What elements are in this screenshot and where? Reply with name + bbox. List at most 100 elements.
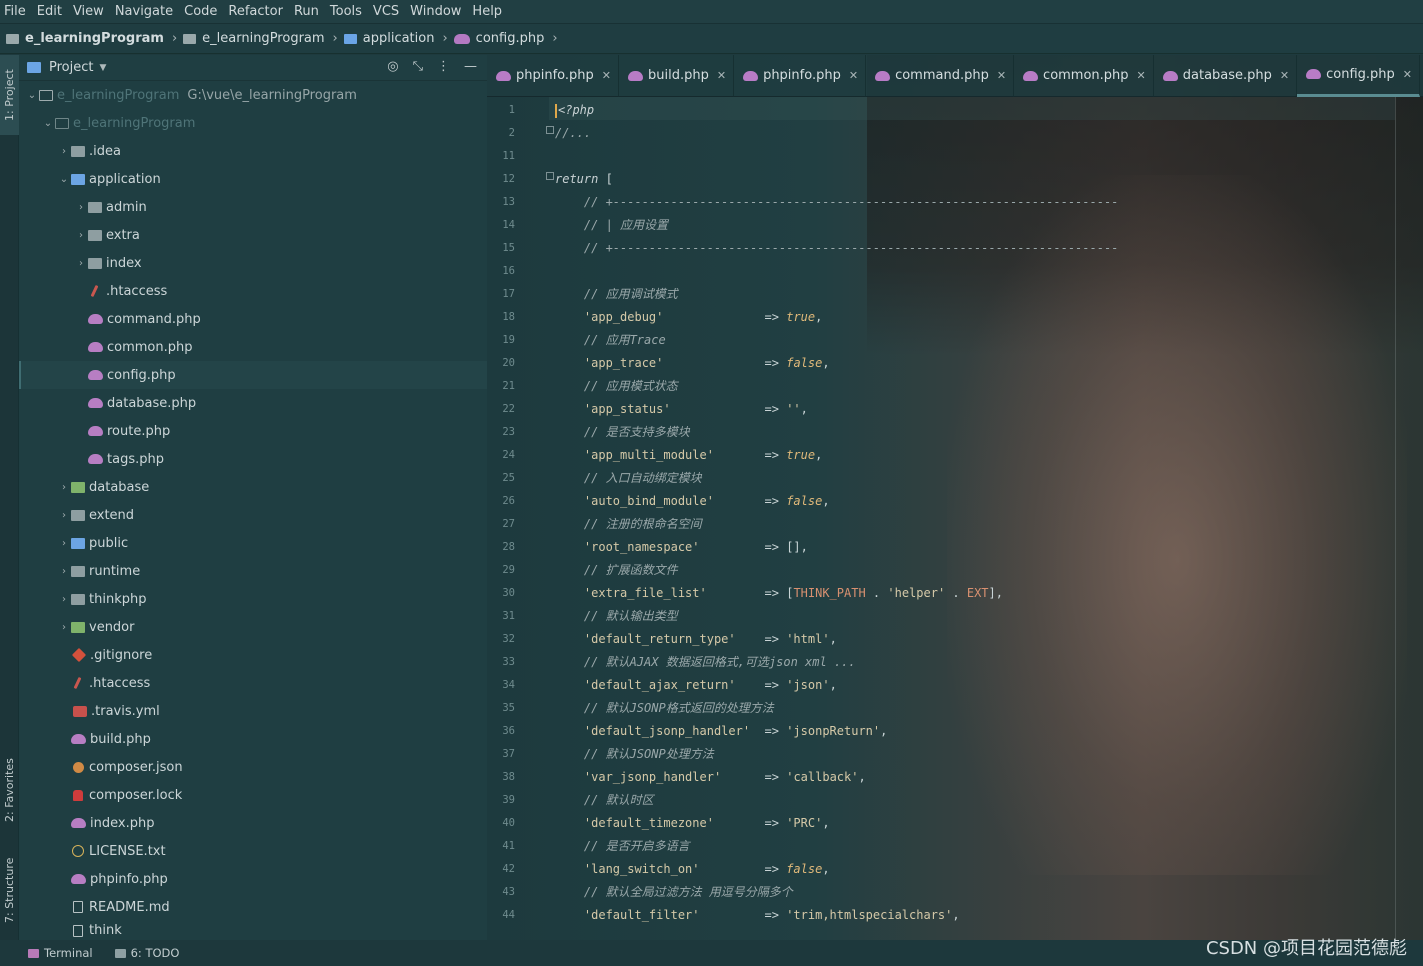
tab-phpinfo[interactable]: phpinfo.php ✕ bbox=[487, 55, 619, 97]
menu-file[interactable]: File bbox=[4, 4, 26, 19]
breadcrumb-config[interactable]: config.php › bbox=[453, 31, 564, 46]
chevron-right-icon[interactable]: › bbox=[57, 594, 71, 605]
tree-item[interactable]: database.php bbox=[19, 389, 487, 417]
chevron-right-icon[interactable]: › bbox=[74, 230, 88, 241]
tree-item[interactable]: composer.lock bbox=[19, 781, 487, 809]
tab-config[interactable]: config.php ✕ bbox=[1297, 55, 1421, 97]
breadcrumb-project[interactable]: e_learningProgram › bbox=[6, 31, 183, 46]
tree-item[interactable]: .gitignore bbox=[19, 641, 487, 669]
tree-item[interactable]: › extend bbox=[19, 501, 487, 529]
tree-item[interactable]: .htaccess bbox=[19, 277, 487, 305]
terminal-icon bbox=[28, 948, 39, 958]
tree-root[interactable]: ⌄ e_learningProgram G:\vue\e_learningPro… bbox=[19, 81, 487, 109]
close-icon[interactable]: ✕ bbox=[849, 69, 858, 82]
tree-item[interactable]: command.php bbox=[19, 305, 487, 333]
tree-item[interactable]: › database bbox=[19, 473, 487, 501]
menu-view[interactable]: View bbox=[73, 4, 104, 19]
tree-item[interactable]: › .idea bbox=[19, 137, 487, 165]
breadcrumb-application[interactable]: application › bbox=[343, 31, 454, 46]
tab-common[interactable]: common.php ✕ bbox=[1014, 55, 1154, 97]
locate-icon[interactable]: ◎ bbox=[387, 59, 398, 74]
menu-help[interactable]: Help bbox=[472, 4, 502, 19]
tab-database[interactable]: database.php ✕ bbox=[1154, 55, 1298, 97]
tree-item[interactable]: phpinfo.php bbox=[19, 865, 487, 893]
php-file-icon bbox=[71, 874, 86, 884]
options-icon[interactable]: ⋮ bbox=[437, 59, 450, 74]
tree-item[interactable]: LICENSE.txt bbox=[19, 837, 487, 865]
chevron-right-icon[interactable]: › bbox=[57, 566, 71, 577]
tree-item[interactable]: ⌄ application bbox=[19, 165, 487, 193]
code-line: 'lang_switch_on' => false, bbox=[583, 862, 830, 876]
tree-item[interactable]: index.php bbox=[19, 809, 487, 837]
tab-project-tool[interactable]: 1: Project bbox=[0, 55, 19, 135]
close-icon[interactable]: ✕ bbox=[1280, 69, 1289, 82]
line-number: 42 bbox=[502, 863, 515, 875]
tree-item[interactable]: tags.php bbox=[19, 445, 487, 473]
tree-item[interactable]: think bbox=[19, 921, 487, 940]
php-file-icon bbox=[88, 426, 103, 436]
menu-refactor[interactable]: Refactor bbox=[228, 4, 283, 19]
chevron-right-icon[interactable]: › bbox=[57, 482, 71, 493]
code-line: // 默认AJAX 数据返回格式,可选json xml ... bbox=[555, 655, 856, 669]
menu-navigate[interactable]: Navigate bbox=[115, 4, 173, 19]
tree-item[interactable]: › vendor bbox=[19, 613, 487, 641]
tree-item[interactable]: › runtime bbox=[19, 557, 487, 585]
chevron-right-icon[interactable]: › bbox=[57, 622, 71, 633]
todo-tool-button[interactable]: 6: TODO bbox=[114, 946, 179, 960]
chevron-down-icon[interactable]: ⌄ bbox=[25, 90, 39, 101]
project-view-selector[interactable]: Project bbox=[49, 60, 93, 75]
tree-item[interactable]: › public bbox=[19, 529, 487, 557]
tree-item[interactable]: .htaccess bbox=[19, 669, 487, 697]
line-number: 33 bbox=[502, 656, 515, 668]
close-icon[interactable]: ✕ bbox=[1403, 68, 1412, 81]
menu-window[interactable]: Window bbox=[410, 4, 461, 19]
tab-build[interactable]: build.php ✕ bbox=[619, 55, 735, 97]
tree-item[interactable]: route.php bbox=[19, 417, 487, 445]
menu-edit[interactable]: Edit bbox=[37, 4, 62, 19]
tree-item-selected[interactable]: config.php bbox=[19, 361, 487, 389]
caret-down-icon[interactable]: ▼ bbox=[99, 63, 106, 73]
tree-item[interactable]: › thinkphp bbox=[19, 585, 487, 613]
line-number: 38 bbox=[502, 771, 515, 783]
chevron-down-icon[interactable]: ⌄ bbox=[57, 174, 71, 185]
php-file-icon bbox=[88, 398, 103, 408]
tree-item[interactable]: README.md bbox=[19, 893, 487, 921]
hide-icon[interactable]: — bbox=[464, 59, 477, 74]
chevron-right-icon[interactable]: › bbox=[74, 202, 88, 213]
tab-structure-tool[interactable]: 7: Structure bbox=[0, 845, 19, 935]
tree-item[interactable]: › admin bbox=[19, 193, 487, 221]
tree-item[interactable]: common.php bbox=[19, 333, 487, 361]
chevron-right-icon[interactable]: › bbox=[74, 258, 88, 269]
menu-vcs[interactable]: VCS bbox=[373, 4, 399, 19]
tab-favorites-tool[interactable]: 2: Favorites bbox=[0, 745, 19, 835]
tree-item[interactable]: › extra bbox=[19, 221, 487, 249]
php-file-icon bbox=[1023, 70, 1039, 81]
line-number: 15 bbox=[502, 242, 515, 254]
menu-run[interactable]: Run bbox=[294, 4, 319, 19]
code-editor[interactable]: <?php //... return [ // +-----------------… bbox=[549, 97, 1395, 940]
php-file-icon bbox=[743, 70, 759, 81]
tree-item[interactable]: build.php bbox=[19, 725, 487, 753]
folder-icon bbox=[71, 593, 85, 605]
collapse-all-icon[interactable]: ⤡ bbox=[413, 59, 423, 74]
chevron-right-icon[interactable]: › bbox=[57, 510, 71, 521]
breadcrumb-module[interactable]: e_learningProgram › bbox=[183, 31, 344, 46]
menu-code[interactable]: Code bbox=[184, 4, 217, 19]
tree-item[interactable]: › index bbox=[19, 249, 487, 277]
chevron-right-icon[interactable]: › bbox=[57, 146, 71, 157]
menu-tools[interactable]: Tools bbox=[330, 4, 362, 19]
chevron-right-icon[interactable]: › bbox=[57, 538, 71, 549]
tree-item[interactable]: composer.json bbox=[19, 753, 487, 781]
close-icon[interactable]: ✕ bbox=[1137, 69, 1146, 82]
tab-phpinfo-2[interactable]: phpinfo.php ✕ bbox=[734, 55, 867, 97]
tree-item[interactable]: .travis.yml bbox=[19, 697, 487, 725]
close-icon[interactable]: ✕ bbox=[717, 69, 726, 82]
tab-command[interactable]: command.php ✕ bbox=[866, 55, 1015, 97]
breadcrumb: e_learningProgram › e_learningProgram › ap… bbox=[0, 24, 1423, 54]
chevron-down-icon[interactable]: ⌄ bbox=[41, 118, 55, 129]
close-icon[interactable]: ✕ bbox=[997, 69, 1006, 82]
line-number: 12 bbox=[502, 173, 515, 185]
terminal-tool-button[interactable]: Terminal bbox=[28, 946, 93, 960]
tree-module[interactable]: ⌄ e_learningProgram bbox=[19, 109, 487, 137]
close-icon[interactable]: ✕ bbox=[602, 69, 611, 82]
